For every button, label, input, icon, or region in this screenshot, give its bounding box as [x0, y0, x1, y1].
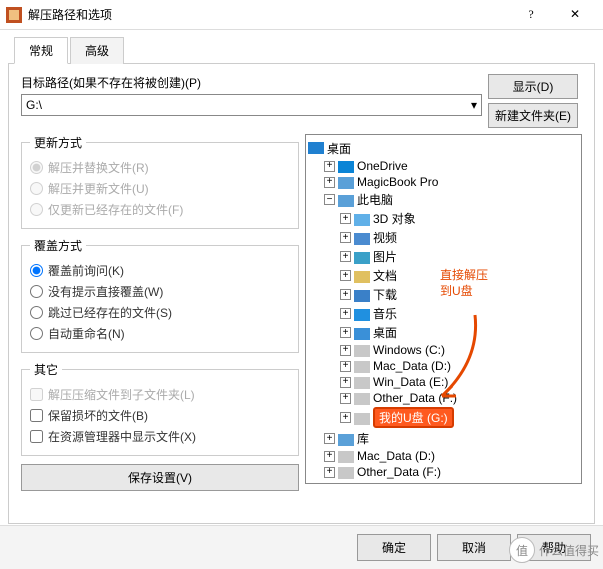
- misc-legend: 其它: [30, 361, 62, 378]
- folder-icon: [338, 193, 354, 207]
- misc-subfolder[interactable]: 解压压缩文件到子文件夹(L): [30, 384, 290, 405]
- expander-icon[interactable]: +: [324, 161, 335, 172]
- tree-item[interactable]: +OneDrive: [308, 158, 579, 174]
- new-folder-button[interactable]: 新建文件夹(E): [488, 103, 578, 128]
- tree-item[interactable]: −此电脑: [308, 190, 579, 209]
- folder-icon: [338, 175, 354, 189]
- folder-icon: [338, 159, 354, 173]
- help-button[interactable]: ?: [509, 1, 553, 29]
- folder-icon: [354, 288, 370, 302]
- expander-icon[interactable]: +: [340, 361, 351, 372]
- folder-icon: [354, 307, 370, 321]
- ok-button[interactable]: 确定: [357, 534, 431, 561]
- expander-icon[interactable]: +: [340, 213, 351, 224]
- window-title: 解压路径和选项: [28, 6, 509, 23]
- expander-icon[interactable]: +: [340, 412, 351, 423]
- overwrite-rename[interactable]: 自动重命名(N): [30, 323, 290, 344]
- tree-item[interactable]: +Mac_Data (D:): [308, 448, 579, 464]
- tree-item[interactable]: +Mac_Data (D:): [308, 358, 579, 374]
- folder-icon: [338, 449, 354, 463]
- tree-item[interactable]: +Other_Data (F:): [308, 464, 579, 480]
- tree-item[interactable]: +桌面: [308, 323, 579, 342]
- expander-icon[interactable]: +: [324, 433, 335, 444]
- cancel-button[interactable]: 取消: [437, 534, 511, 561]
- expander-icon[interactable]: +: [340, 270, 351, 281]
- overwrite-ask[interactable]: 覆盖前询问(K): [30, 260, 290, 281]
- watermark: 值 什么值得买: [509, 537, 599, 563]
- tree-item[interactable]: +我的U盘 (G:): [308, 406, 579, 429]
- tree-item[interactable]: +3D 对象: [308, 209, 579, 228]
- expander-icon[interactable]: +: [324, 467, 335, 478]
- misc-keep-broken[interactable]: 保留损坏的文件(B): [30, 405, 290, 426]
- expander-icon[interactable]: +: [340, 393, 351, 404]
- folder-tree[interactable]: 桌面+OneDrive+MagicBook Pro−此电脑+3D 对象+视频+图…: [305, 134, 582, 484]
- update-group: 更新方式 解压并替换文件(R) 解压并更新文件(U) 仅更新已经存在的文件(F): [21, 134, 299, 229]
- expander-icon[interactable]: +: [340, 232, 351, 243]
- titlebar: 解压路径和选项 ? ✕: [0, 0, 603, 30]
- overwrite-legend: 覆盖方式: [30, 237, 86, 254]
- app-icon: [6, 7, 22, 23]
- expander-icon[interactable]: +: [324, 451, 335, 462]
- dropdown-icon[interactable]: ▾: [471, 98, 477, 112]
- display-button[interactable]: 显示(D): [488, 74, 578, 99]
- tab-general[interactable]: 常规: [14, 37, 68, 64]
- folder-icon: [354, 359, 370, 373]
- tab-bar: 常规 高级: [8, 36, 595, 64]
- tree-item[interactable]: +Other_Data (F:): [308, 390, 579, 406]
- expander-icon[interactable]: +: [340, 289, 351, 300]
- tree-item[interactable]: +Windows (C:): [308, 342, 579, 358]
- folder-icon: [338, 432, 354, 446]
- tree-item[interactable]: +库: [308, 429, 579, 448]
- tree-item[interactable]: +下载: [308, 285, 579, 304]
- update-legend: 更新方式: [30, 134, 86, 151]
- update-option-update[interactable]: 解压并更新文件(U): [30, 178, 290, 199]
- expander-icon[interactable]: +: [340, 308, 351, 319]
- tree-item[interactable]: +音乐: [308, 304, 579, 323]
- tree-item[interactable]: +文档: [308, 266, 579, 285]
- tree-item[interactable]: +MagicBook Pro: [308, 174, 579, 190]
- overwrite-group: 覆盖方式 覆盖前询问(K) 没有提示直接覆盖(W) 跳过已经存在的文件(S) 自…: [21, 237, 299, 353]
- expander-icon[interactable]: +: [340, 251, 351, 262]
- save-settings-button[interactable]: 保存设置(V): [21, 464, 299, 491]
- folder-icon: [354, 250, 370, 264]
- expander-icon[interactable]: +: [324, 177, 335, 188]
- folder-icon: [354, 391, 370, 405]
- content-area: 目标路径(如果不存在将被创建)(P) G:\ ▾ 显示(D) 新建文件夹(E) …: [8, 64, 595, 524]
- folder-icon: [354, 212, 370, 226]
- misc-group: 其它 解压压缩文件到子文件夹(L) 保留损坏的文件(B) 在资源管理器中显示文件…: [21, 361, 299, 456]
- overwrite-skip[interactable]: 跳过已经存在的文件(S): [30, 302, 290, 323]
- folder-icon: [354, 326, 370, 340]
- tab-advanced[interactable]: 高级: [70, 37, 124, 64]
- expander-icon[interactable]: +: [340, 377, 351, 388]
- folder-icon: [354, 343, 370, 357]
- desktop-icon: [308, 142, 324, 156]
- tree-item[interactable]: +视频: [308, 228, 579, 247]
- close-button[interactable]: ✕: [553, 1, 597, 29]
- expander-icon[interactable]: −: [324, 194, 335, 205]
- tree-root[interactable]: 桌面: [308, 139, 579, 158]
- expander-icon[interactable]: +: [340, 327, 351, 338]
- misc-show-explorer[interactable]: 在资源管理器中显示文件(X): [30, 426, 290, 447]
- watermark-icon: 值: [509, 537, 535, 563]
- overwrite-noprompt[interactable]: 没有提示直接覆盖(W): [30, 281, 290, 302]
- folder-icon: [354, 375, 370, 389]
- path-input[interactable]: G:\ ▾: [21, 94, 482, 116]
- expander-icon[interactable]: +: [340, 345, 351, 356]
- path-value: G:\: [26, 98, 42, 112]
- folder-icon: [354, 269, 370, 283]
- folder-icon: [338, 465, 354, 479]
- path-label: 目标路径(如果不存在将被创建)(P): [21, 74, 482, 91]
- update-option-replace[interactable]: 解压并替换文件(R): [30, 157, 290, 178]
- tree-item[interactable]: +Win_Data (E:): [308, 374, 579, 390]
- update-option-existing[interactable]: 仅更新已经存在的文件(F): [30, 199, 290, 220]
- tree-item[interactable]: +图片: [308, 247, 579, 266]
- folder-icon: [354, 411, 370, 425]
- watermark-text: 什么值得买: [539, 542, 599, 559]
- folder-icon: [354, 231, 370, 245]
